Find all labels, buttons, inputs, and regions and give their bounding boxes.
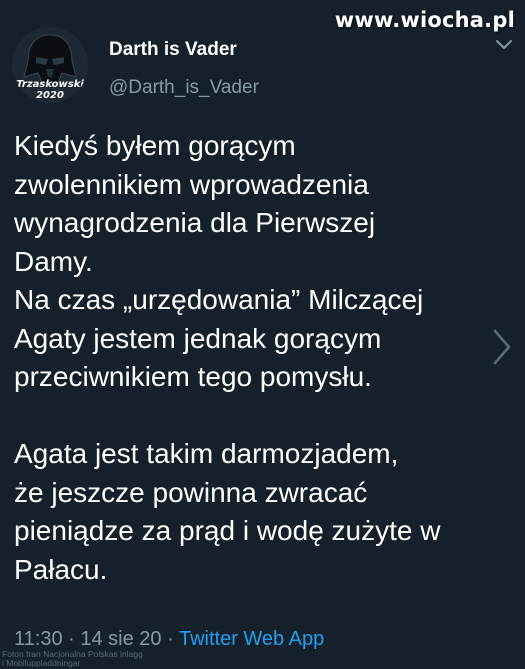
avatar-caption-line1: Trzaskowski <box>16 79 84 90</box>
tweet-header: Trzaskowski 2020 Darth is Vader @Darth_i… <box>12 25 513 105</box>
avatar[interactable]: Trzaskowski 2020 <box>12 27 88 103</box>
photo-credit: Foton fran Nacjonalna Polskas inlagg i M… <box>2 650 143 668</box>
tweet-meta: 11:30 · 14 sie 20 · Twitter Web App <box>14 628 324 651</box>
tweet-time[interactable]: 11:30 <box>14 628 63 650</box>
tweet-line: wynagrodzenia dla Pierwszej <box>14 207 376 238</box>
author-name[interactable]: Darth is Vader <box>109 39 237 61</box>
avatar-caption: Trzaskowski 2020 <box>12 79 88 101</box>
tweet-line: Agata jest takim darmozjadem, <box>14 438 399 469</box>
tweet-line: Damy. <box>14 245 93 277</box>
tweet-line: Pałacu. <box>14 553 108 585</box>
tweet-line: przeciwnikiem tego pomysłu. <box>14 361 372 392</box>
meta-separator: · <box>161 628 179 650</box>
meta-separator: · <box>62 628 81 650</box>
chevron-down-icon[interactable] <box>495 37 513 51</box>
chevron-right-icon[interactable] <box>491 327 513 367</box>
tweet-line: że jeszcze powinna zwracać <box>14 476 368 508</box>
tweet-date[interactable]: 14 sie 20 <box>80 628 161 650</box>
photo-credit-line2: i Mobiluppladdningar <box>2 658 81 668</box>
source-app-link[interactable]: Twitter Web App <box>179 628 324 650</box>
author-handle[interactable]: @Darth_is_Vader <box>109 77 259 99</box>
tweet-line: Kiedyś byłem gorącym <box>14 130 296 161</box>
tweet-line: Agaty jestem jednak gorącym <box>14 322 382 354</box>
tweet-line: zwolennikiem wprowadzenia <box>14 168 369 200</box>
tweet-line: Na czas „urzędowania” Milczącej <box>14 284 424 315</box>
tweet-text: Kiedyś byłem gorącym zwolennikiem wprowa… <box>14 127 510 589</box>
tweet-line: pieniądze za prąd i wodę zużyte w <box>14 515 441 546</box>
avatar-caption-line2: 2020 <box>36 90 64 101</box>
